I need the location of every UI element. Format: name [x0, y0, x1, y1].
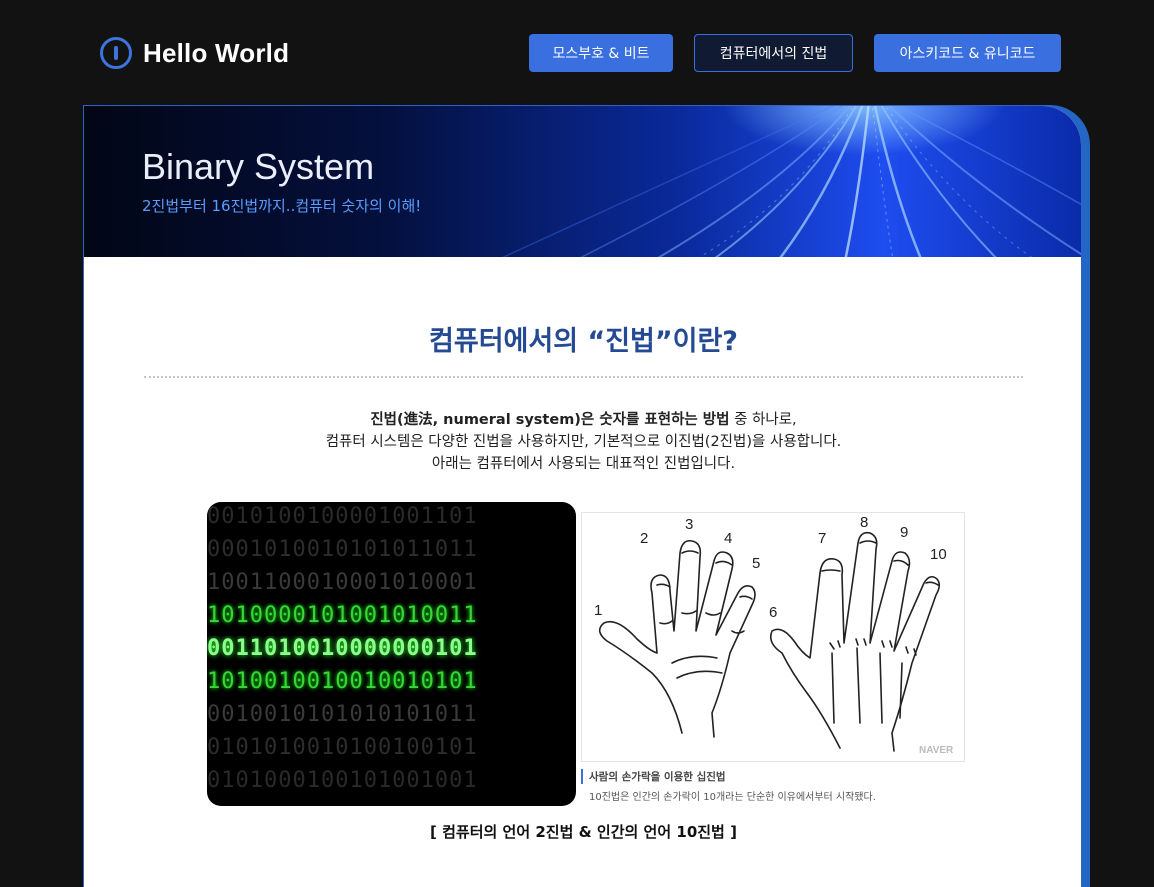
desc-line-1-rest: 중 하나로, — [729, 412, 797, 428]
dotted-divider — [144, 376, 1023, 378]
desc-line-1: 진법(進法, numeral system)은 숫자를 표현하는 방법 중 하나… — [84, 409, 1081, 431]
hands-illustration: 1 2 3 4 5 6 7 8 9 10 NAVER — [594, 514, 954, 756]
naver-watermark: NAVER — [919, 745, 954, 756]
hand-number: 3 — [685, 516, 693, 533]
banner-subtitle: 2진법부터 16진법까지..컴퓨터 숫자의 이해! — [142, 197, 422, 215]
description-text: 진법(進法, numeral system)은 숫자를 표현하는 방법 중 하나… — [84, 409, 1081, 475]
hand-number: 2 — [640, 530, 648, 547]
hand-number: 8 — [860, 514, 868, 531]
binary-code-image: 0010100100001001101 0001010010101011011 … — [207, 502, 576, 806]
hand-number: 5 — [752, 555, 760, 572]
hand-caption-title: 사람의 손가락을 이용한 십진법 — [581, 769, 726, 784]
binary-row: 0101000100101001001 — [207, 768, 478, 793]
binary-row: 0101010010100100101 — [207, 735, 478, 760]
site-logo[interactable]: Hello World — [100, 37, 289, 69]
hand-number: 1 — [594, 602, 602, 619]
hand-number: 10 — [930, 546, 947, 563]
hand-number: 4 — [724, 530, 732, 547]
hand-counting-image: 1 2 3 4 5 6 7 8 9 10 NAVER — [581, 512, 965, 762]
image-caption: [ 컴퓨터의 언어 2진법 & 인간의 언어 10진법 ] — [430, 823, 737, 841]
hero-banner: Binary System 2진법부터 16진법까지..컴퓨터 숫자의 이해! — [84, 106, 1081, 257]
binary-row: 0011010010000000101 — [207, 636, 478, 661]
hand-number: 9 — [900, 524, 908, 541]
power-icon — [100, 37, 132, 69]
hand-number: 6 — [769, 604, 777, 621]
binary-row: 0001010010101011011 — [207, 537, 478, 562]
binary-row: 1010010010010010101 — [207, 669, 478, 694]
nav-ascii-unicode-button[interactable]: 아스키코드 & 유니코드 — [874, 34, 1061, 72]
section-title: 컴퓨터에서의 “진법”이란? — [429, 326, 738, 357]
logo-text: Hello World — [143, 37, 290, 68]
binary-row: 1010000101001010011 — [207, 603, 478, 628]
content-card: Binary System 2진법부터 16진법까지..컴퓨터 숫자의 이해! … — [83, 105, 1082, 887]
desc-line-2: 컴퓨터 시스템은 다양한 진법을 사용하지만, 기본적으로 이진법(2진법)을 … — [325, 434, 842, 450]
nav-morse-bit-button[interactable]: 모스부호 & 비트 — [529, 34, 673, 72]
nav-numeral-system-button[interactable]: 컴퓨터에서의 진법 — [694, 34, 853, 72]
hand-number: 7 — [818, 530, 826, 547]
binary-row: 0010010101010101011 — [207, 702, 478, 727]
desc-line-3: 아래는 컴퓨터에서 사용되는 대표적인 진법입니다. — [431, 456, 736, 472]
site-header: Hello World 모스부호 & 비트 컴퓨터에서의 진법 아스키코드 & … — [0, 0, 1154, 105]
banner-title: Binary System — [142, 146, 375, 187]
hand-caption-text: 10진법은 인간의 손가락이 10개라는 단순한 이유에서부터 시작됐다. — [589, 792, 876, 803]
binary-row: 0010100100001001101 — [207, 504, 478, 529]
binary-row: 1001100010001010001 — [207, 570, 478, 595]
desc-line-1-bold: 진법(進法, numeral system)은 숫자를 표현하는 방법 — [370, 412, 730, 428]
